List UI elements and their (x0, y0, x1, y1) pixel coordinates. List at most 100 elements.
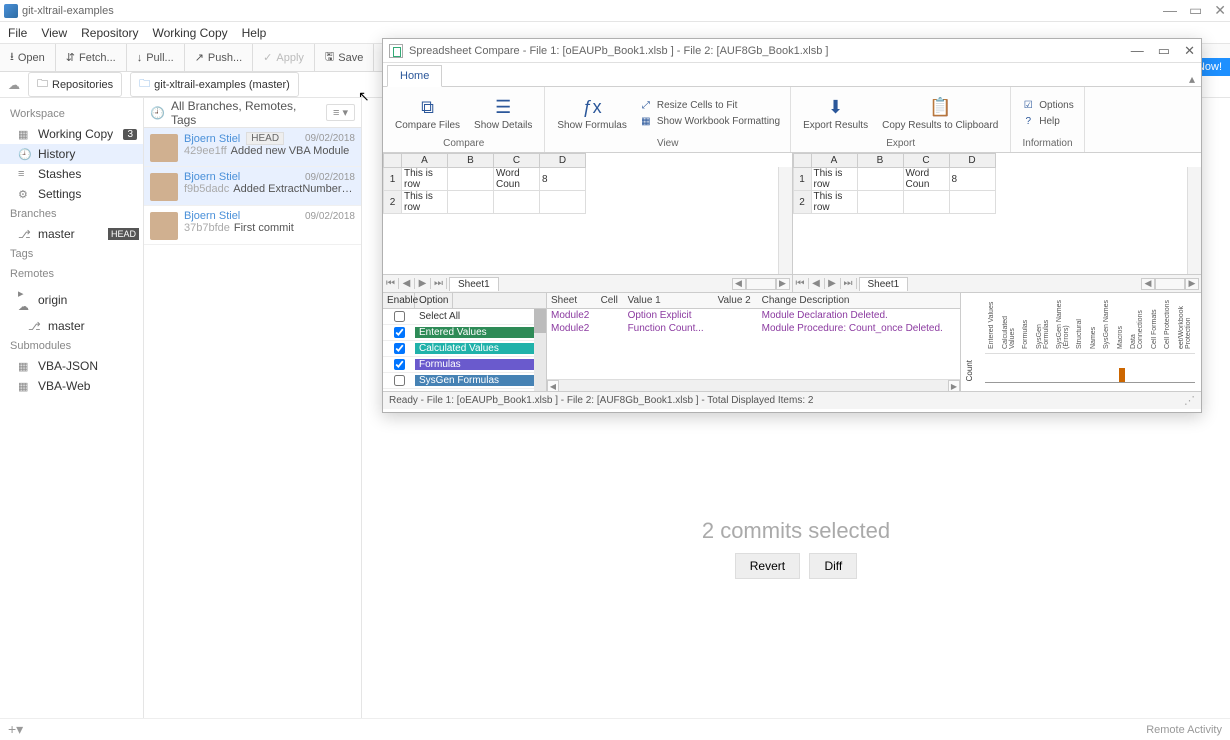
option-checkbox[interactable] (394, 311, 405, 322)
toolbar-open[interactable]: ⭳Open (0, 44, 56, 71)
sc-resize-grip[interactable]: ⋰ (1184, 394, 1195, 407)
row-header[interactable]: 1 (793, 168, 811, 191)
show-details-button[interactable]: ☰Show Details (468, 89, 538, 137)
menu-repository[interactable]: Repository (81, 26, 138, 40)
grid-cell[interactable]: This is row (811, 191, 857, 214)
filter-label[interactable]: All Branches, Remotes, Tags (171, 99, 320, 127)
sheet-tab-left[interactable]: Sheet1 (449, 277, 499, 291)
add-button[interactable]: +▾ (8, 721, 23, 738)
crumb-repositories[interactable]: 🗀 Repositories (28, 72, 122, 97)
revert-button[interactable]: Revert (735, 553, 800, 579)
sidebar-item-working-copy[interactable]: ▦Working Copy3 (0, 124, 143, 144)
col-header[interactable]: C (903, 154, 949, 168)
sc-pin-button[interactable]: ▴ (1189, 72, 1195, 86)
commit-item[interactable]: Bjoern Stiel09/02/201837b7bfdeFirst comm… (144, 206, 361, 245)
option-row[interactable]: SysGen Formulas (383, 373, 546, 389)
close-button[interactable]: ✕ (1214, 2, 1226, 19)
col-header[interactable]: B (448, 154, 494, 168)
col-header[interactable]: B (857, 154, 903, 168)
hscroll-right-r[interactable]: ▶ (1185, 278, 1199, 290)
show-formatting-button[interactable]: ▦Show Workbook Formatting (635, 113, 784, 129)
options-button[interactable]: ☑Options (1017, 97, 1077, 113)
grid-cell[interactable]: 8 (540, 168, 586, 191)
sheet-nav-btn[interactable]: ⏭ (841, 278, 857, 289)
option-checkbox[interactable] (394, 359, 405, 370)
grid-cell[interactable]: This is row (811, 168, 857, 191)
hscroll-left-l[interactable]: ◀ (732, 278, 746, 290)
sidebar-item-stashes[interactable]: ≡Stashes (0, 164, 143, 184)
sheet-nav-btn[interactable]: ◀ (399, 278, 415, 289)
col-header[interactable]: D (540, 154, 586, 168)
col-header[interactable]: A (811, 154, 857, 168)
sc-tab-home[interactable]: Home (387, 65, 442, 87)
sidebar-item-master[interactable]: ⎇masterHEAD (0, 224, 143, 244)
grid-cell[interactable] (494, 191, 540, 214)
sidebar-item-settings[interactable]: ⚙Settings (0, 184, 143, 204)
sheet-nav-btn[interactable]: ⏮ (383, 278, 399, 289)
row-header[interactable]: 2 (793, 191, 811, 214)
sidebar-item-vba-web[interactable]: ▦VBA-Web (0, 376, 143, 396)
commit-item[interactable]: Bjoern Stiel09/02/2018f9b5dadcAdded Extr… (144, 167, 361, 206)
grid-cell[interactable] (448, 168, 494, 191)
col-header[interactable]: C (494, 154, 540, 168)
toolbar-fetch[interactable]: ⇵Fetch... (56, 44, 127, 71)
grid-cell[interactable]: This is row (402, 191, 448, 214)
menu-view[interactable]: View (41, 26, 67, 40)
sc-minimize-button[interactable]: — (1131, 43, 1144, 59)
toolbar-push[interactable]: ↗Push... (185, 44, 253, 71)
diff-button[interactable]: Diff (809, 553, 857, 579)
sheet-nav-btn[interactable]: ▶ (825, 278, 841, 289)
copy-clipboard-button[interactable]: 📋Copy Results to Clipboard (876, 89, 1004, 137)
sheet-nav-btn[interactable]: ◀ (809, 278, 825, 289)
toolbar-save[interactable]: 🖫Save (315, 44, 374, 71)
sc-maximize-button[interactable]: ▭ (1158, 43, 1170, 59)
commit-item[interactable]: Bjoern StielHEAD09/02/2018429ee1ffAdded … (144, 128, 361, 167)
hscroll-right-l[interactable]: ◀ (1141, 278, 1155, 290)
row-header[interactable]: 1 (384, 168, 402, 191)
grid-cell[interactable]: Word Coun (494, 168, 540, 191)
option-checkbox[interactable] (394, 375, 405, 386)
sidebar-item-master[interactable]: ⎇master (0, 316, 143, 336)
grid-cell[interactable] (857, 191, 903, 214)
option-row[interactable]: Select All (383, 309, 546, 325)
col-header[interactable]: D (949, 154, 995, 168)
sidebar-item-origin[interactable]: ▸ ☁origin (0, 284, 143, 316)
sidebar-item-history[interactable]: 🕘History (0, 144, 143, 164)
filter-menu-button[interactable]: ≡ ▾ (326, 104, 355, 121)
row-header[interactable]: 2 (384, 191, 402, 214)
option-row[interactable]: Calculated Values (383, 341, 546, 357)
col-header[interactable]: A (402, 154, 448, 168)
option-checkbox[interactable] (394, 327, 405, 338)
sheet-nav-btn[interactable]: ▶ (415, 278, 431, 289)
toolbar-pull[interactable]: ↓Pull... (127, 44, 185, 71)
diff-hscroll[interactable]: ◀▶ (547, 379, 960, 391)
export-results-button[interactable]: ⬇Export Results (797, 89, 874, 137)
grid-cell[interactable]: 8 (949, 168, 995, 191)
menu-file[interactable]: File (8, 26, 27, 40)
grid-cell[interactable] (540, 191, 586, 214)
sheet-tab-right[interactable]: Sheet1 (859, 277, 909, 291)
grid-cell[interactable] (857, 168, 903, 191)
hscroll-left-r[interactable]: ▶ (776, 278, 790, 290)
grid-cell[interactable] (903, 191, 949, 214)
menu-help[interactable]: Help (242, 26, 267, 40)
grid-cell[interactable] (949, 191, 995, 214)
sheet-nav-btn[interactable]: ⏭ (431, 278, 447, 289)
maximize-button[interactable]: ▭ (1189, 2, 1202, 19)
grid-right-vscroll[interactable] (1187, 167, 1201, 274)
minimize-button[interactable]: — (1163, 2, 1177, 19)
grid-cell[interactable]: Word Coun (903, 168, 949, 191)
sidebar-item-vba-json[interactable]: ▦VBA-JSON (0, 356, 143, 376)
grid-left-vscroll[interactable] (778, 167, 792, 274)
option-row[interactable]: Formulas (383, 357, 546, 373)
option-checkbox[interactable] (394, 343, 405, 354)
show-formulas-button[interactable]: ƒxShow Formulas (551, 89, 632, 137)
sc-close-button[interactable]: ✕ (1184, 43, 1195, 59)
resize-cells-button[interactable]: ⤢Resize Cells to Fit (635, 97, 784, 113)
option-row[interactable]: Entered Values (383, 325, 546, 341)
compare-files-button[interactable]: ⧉Compare Files (389, 89, 466, 137)
sheet-nav-btn[interactable]: ⏮ (793, 278, 809, 289)
grid-cell[interactable] (448, 191, 494, 214)
opt-panel-scrollbar[interactable] (534, 309, 546, 391)
crumb-current-repo[interactable]: 🗀 git-xltrail-examples (master) (130, 72, 299, 97)
